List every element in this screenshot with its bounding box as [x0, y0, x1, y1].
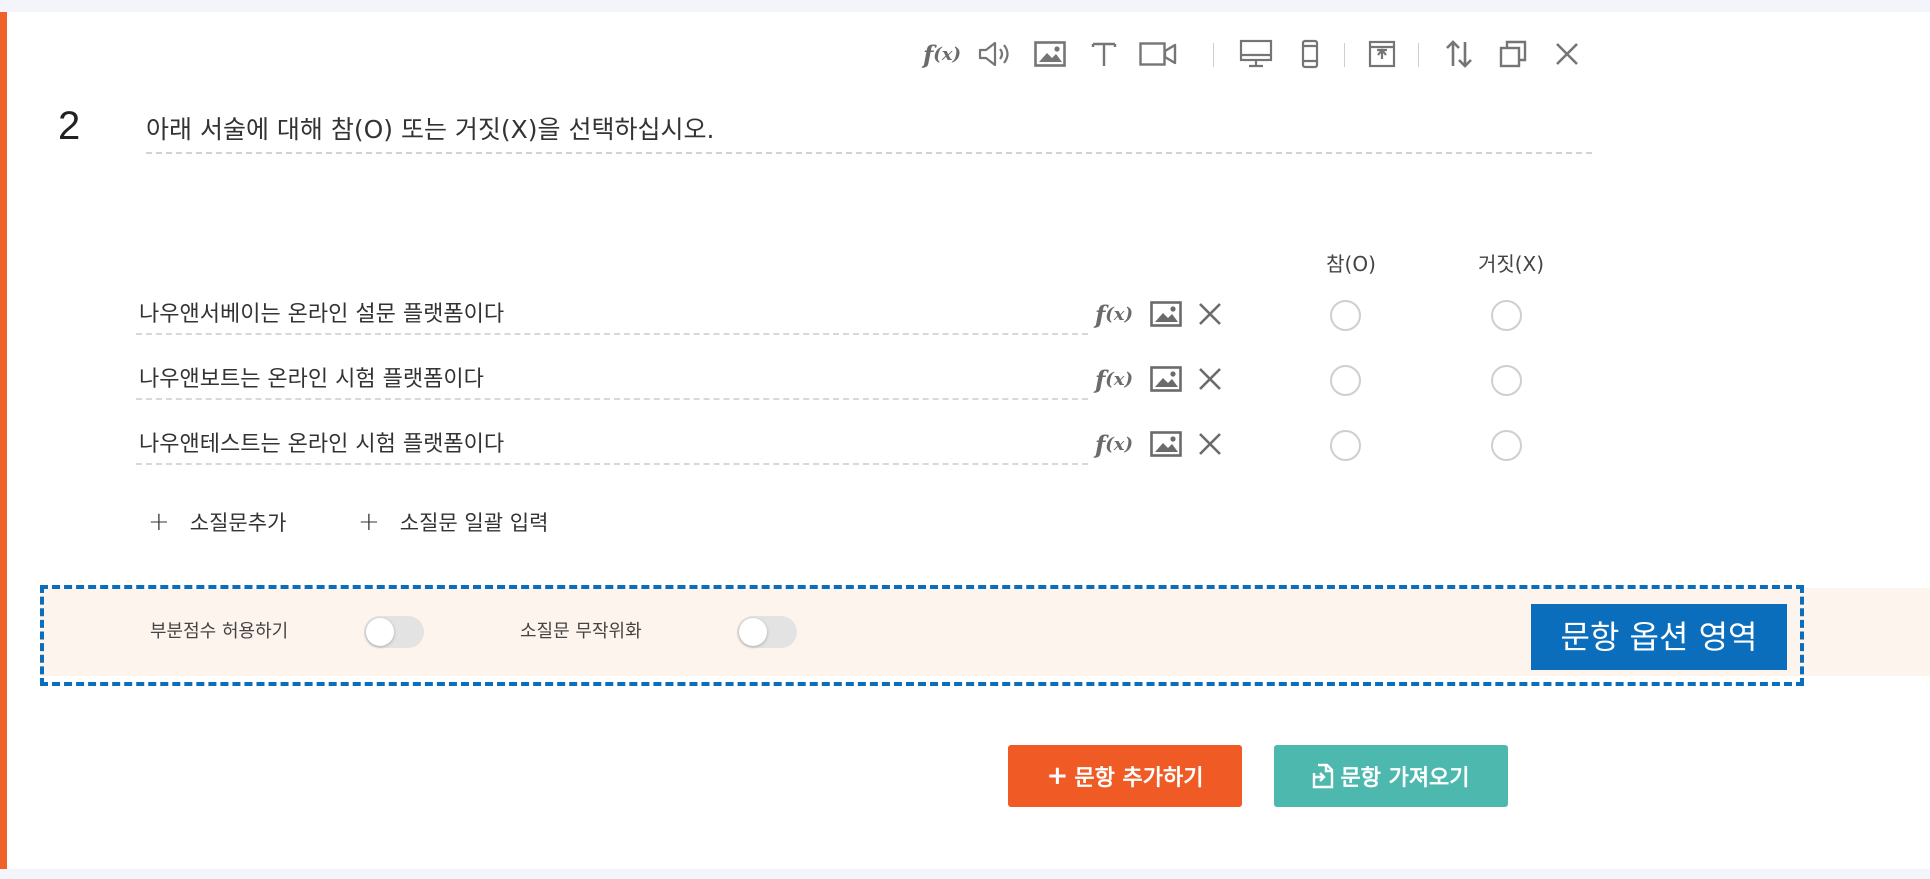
- add-subquestion-button[interactable]: + 소질문추가: [148, 506, 286, 538]
- bulk-input-label: 소질문 일괄 입력: [399, 511, 549, 535]
- formula-icon[interactable]: f (x): [1094, 424, 1134, 464]
- subquestion-text-field[interactable]: 나우앤보트는 온라인 시험 플랫폼이다: [136, 360, 1088, 400]
- true-column-header: 참(O): [1326, 252, 1376, 276]
- close-icon[interactable]: [1547, 34, 1587, 74]
- audio-icon[interactable]: [976, 34, 1016, 74]
- false-radio[interactable]: [1491, 430, 1522, 461]
- import-question-button[interactable]: 문항 가져오기: [1274, 745, 1508, 807]
- image-icon[interactable]: [1146, 294, 1186, 334]
- subquestion-text-field[interactable]: 나우앤테스트는 온라인 시험 플랫폼이다: [136, 425, 1088, 465]
- import-question-label: 문항 가져오기: [1340, 766, 1470, 791]
- partial-score-label: 부분점수 허용하기: [150, 621, 289, 642]
- plus-icon: +: [148, 507, 170, 537]
- image-icon[interactable]: [1146, 359, 1186, 399]
- plus-icon: +: [1046, 761, 1069, 791]
- desktop-icon[interactable]: [1236, 34, 1276, 74]
- layout-icon[interactable]: [1362, 34, 1402, 74]
- options-area-tag: 문항 옵션 영역: [1531, 604, 1787, 670]
- add-question-label: 문항 추가하기: [1074, 766, 1204, 791]
- add-question-button[interactable]: + 문항 추가하기: [1008, 745, 1242, 807]
- true-radio[interactable]: [1330, 430, 1361, 461]
- formula-icon[interactable]: f (x): [1094, 294, 1134, 334]
- subquestion-tools: f (x): [1094, 359, 1228, 399]
- video-icon[interactable]: [1138, 34, 1178, 74]
- active-question-indicator: [0, 12, 7, 869]
- subquestion-tools: f (x): [1094, 294, 1228, 334]
- randomize-toggle[interactable]: [737, 616, 797, 648]
- toggle-knob: [366, 618, 394, 646]
- randomize-label: 소질문 무작위화: [520, 621, 642, 642]
- toggle-knob: [739, 618, 767, 646]
- add-subquestion-label: 소질문추가: [189, 511, 287, 535]
- subquestion-text-field[interactable]: 나우앤서베이는 온라인 설문 플랫폼이다: [136, 295, 1088, 335]
- formula-f: f: [1094, 429, 1106, 459]
- import-icon: [1312, 763, 1334, 789]
- formula-f: f: [922, 39, 934, 69]
- partial-score-toggle[interactable]: [364, 616, 424, 648]
- formula-x: (x): [933, 43, 962, 65]
- formula-icon[interactable]: f (x): [922, 34, 962, 74]
- toolbar-divider: [1344, 43, 1345, 67]
- formula-f: f: [1094, 364, 1106, 394]
- delete-icon[interactable]: [1190, 359, 1230, 399]
- mobile-icon[interactable]: [1290, 34, 1330, 74]
- true-radio[interactable]: [1330, 365, 1361, 396]
- delete-icon[interactable]: [1190, 294, 1230, 334]
- text-icon[interactable]: [1084, 34, 1124, 74]
- formula-icon[interactable]: f (x): [1094, 359, 1134, 399]
- bulk-input-button[interactable]: + 소질문 일괄 입력: [358, 506, 548, 538]
- image-icon[interactable]: [1030, 34, 1070, 74]
- true-radio[interactable]: [1330, 300, 1361, 331]
- copy-icon[interactable]: [1493, 34, 1533, 74]
- question-number: 2: [58, 104, 81, 148]
- false-radio[interactable]: [1491, 365, 1522, 396]
- reorder-icon[interactable]: [1439, 34, 1479, 74]
- formula-f: f: [1094, 299, 1106, 329]
- subquestion-tools: f (x): [1094, 424, 1228, 464]
- plus-icon: +: [358, 507, 380, 537]
- false-radio[interactable]: [1491, 300, 1522, 331]
- formula-x: (x): [1105, 303, 1134, 325]
- false-column-header: 거짓(X): [1477, 252, 1545, 276]
- image-icon[interactable]: [1146, 424, 1186, 464]
- formula-x: (x): [1105, 368, 1134, 390]
- toolbar-divider: [1213, 43, 1214, 67]
- delete-icon[interactable]: [1190, 424, 1230, 464]
- question-text-field[interactable]: 아래 서술에 대해 참(O) 또는 거짓(X)을 선택하십시오.: [146, 110, 1592, 154]
- toolbar-divider: [1418, 43, 1419, 67]
- formula-x: (x): [1105, 433, 1134, 455]
